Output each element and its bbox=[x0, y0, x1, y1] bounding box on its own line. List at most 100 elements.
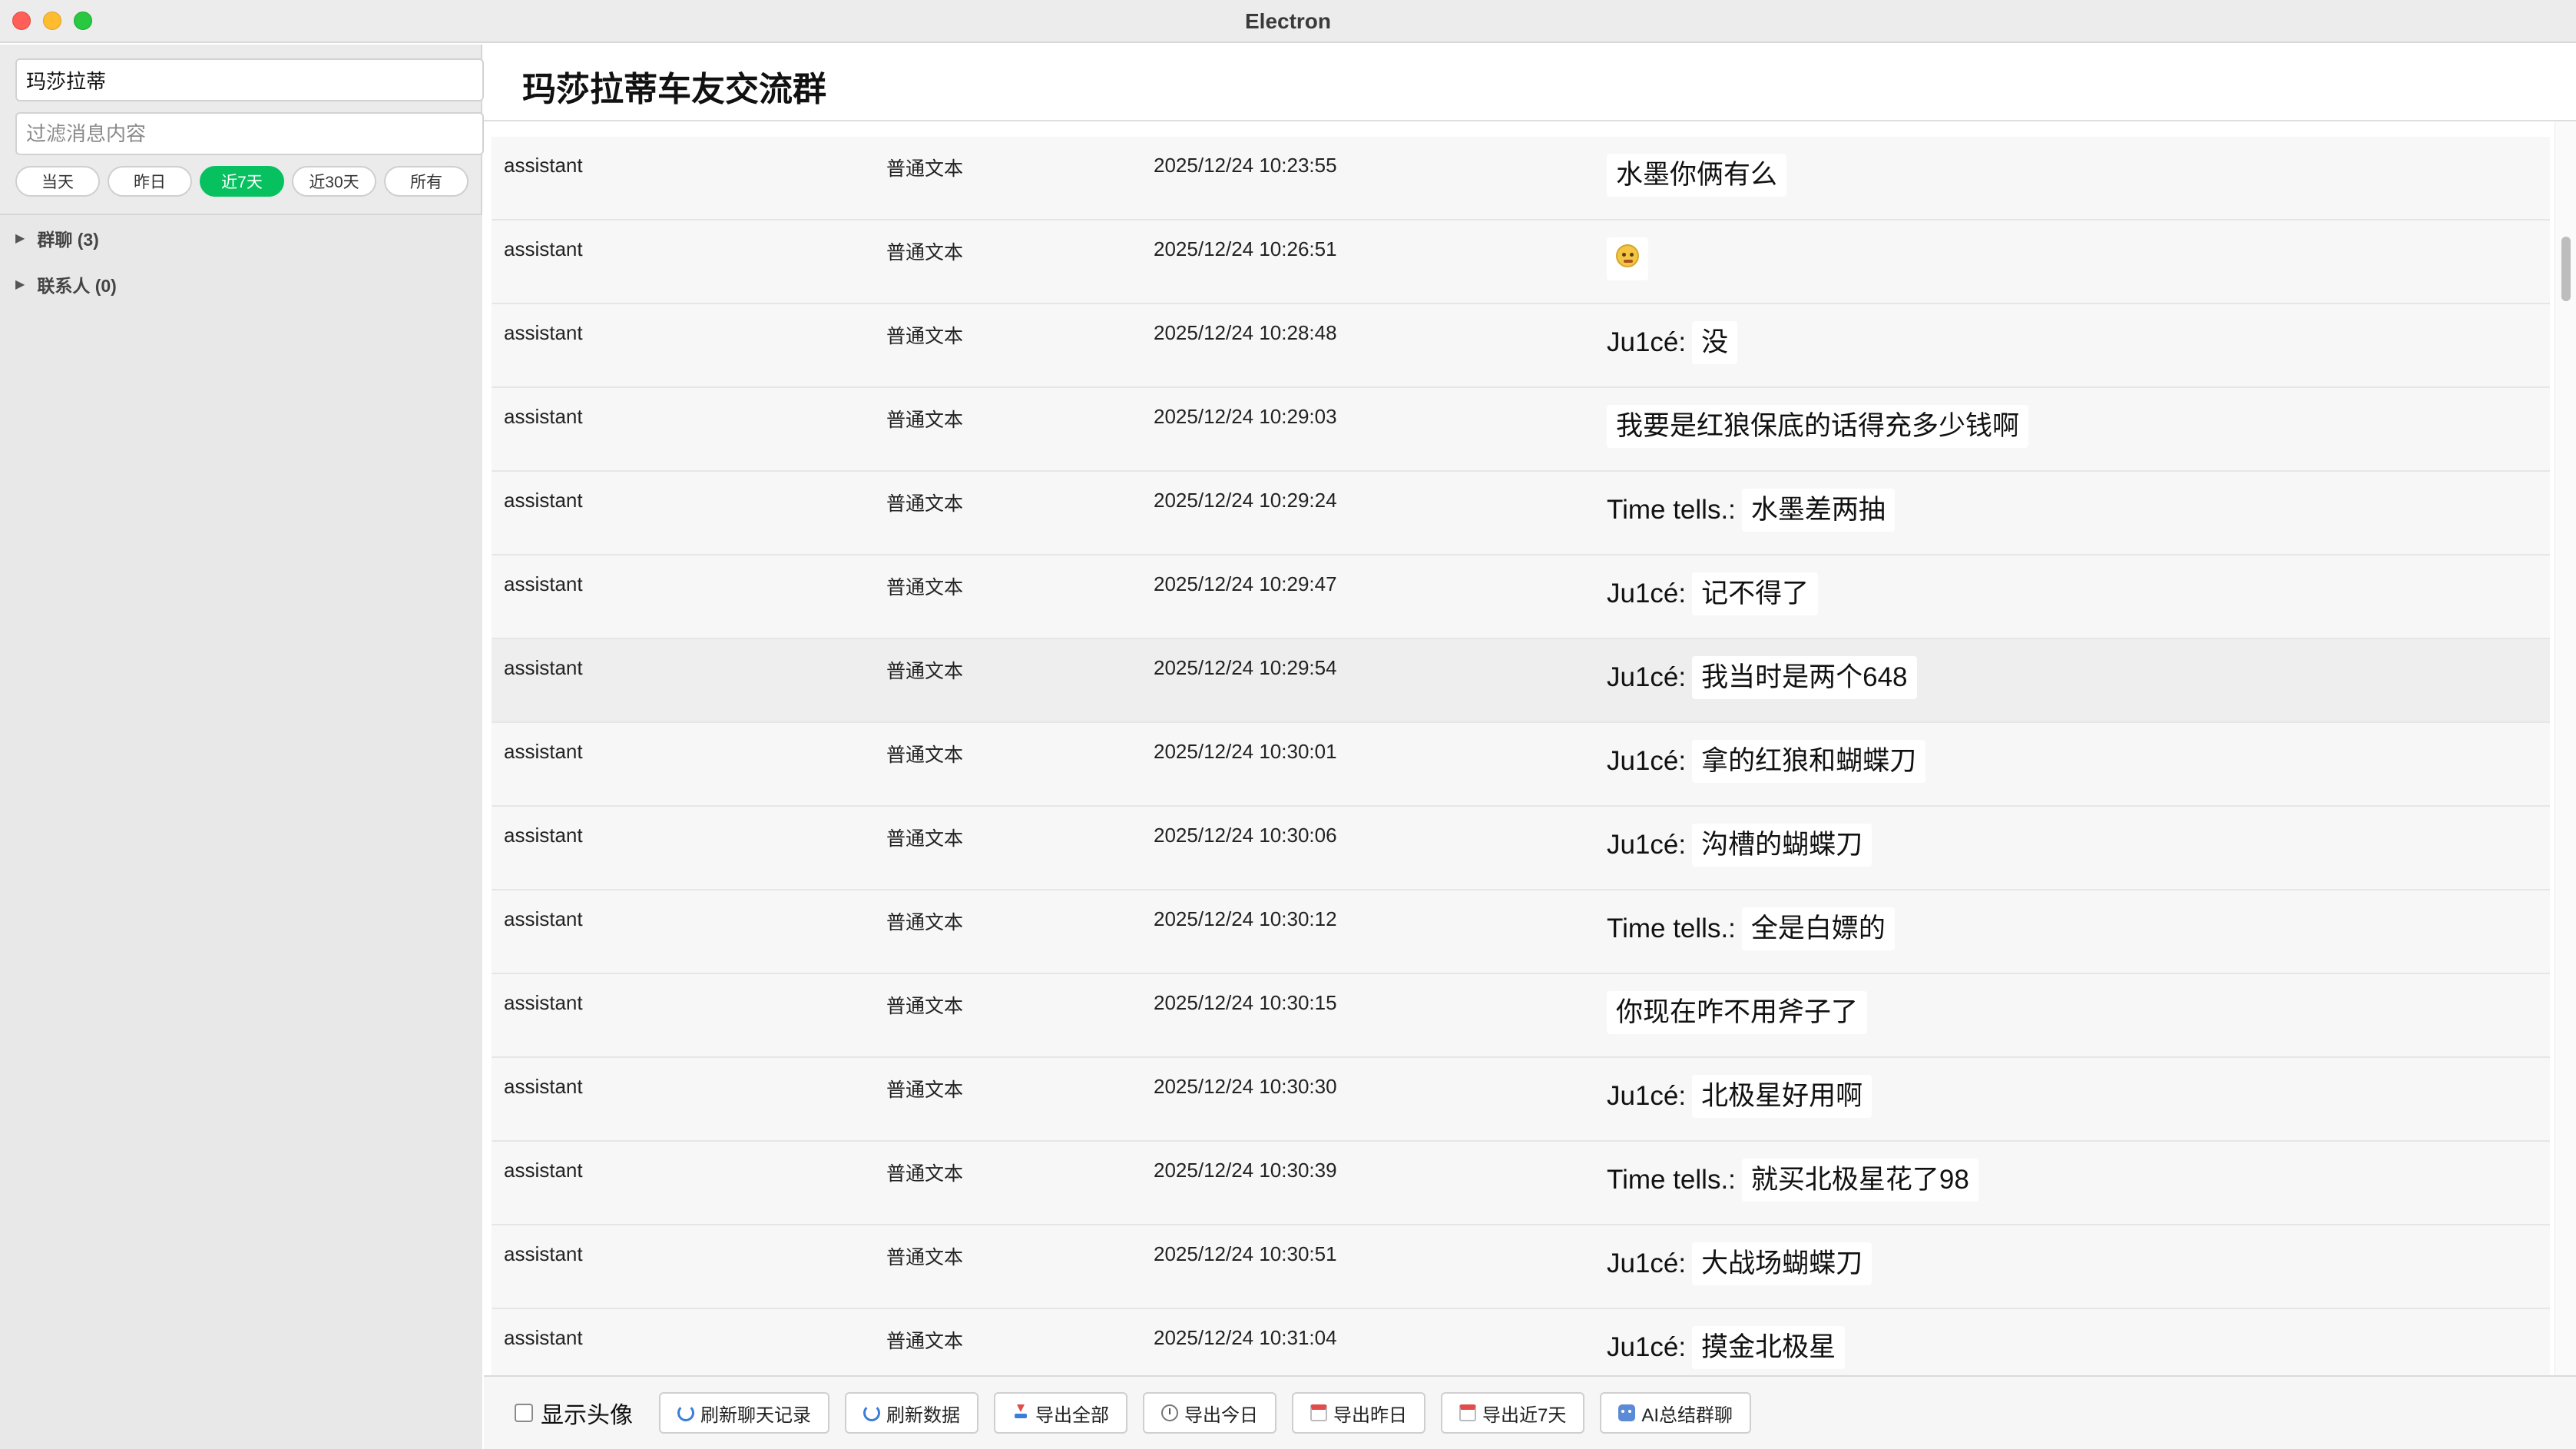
clock-icon bbox=[1161, 1404, 1178, 1421]
message-row[interactable]: assistant 普通文本 2025/12/24 10:23:55 水墨你俩有么 bbox=[492, 137, 2550, 220]
message-row[interactable]: assistant 普通文本 2025/12/24 10:30:12 Time tel… bbox=[492, 890, 2550, 974]
message-type: 普通文本 bbox=[886, 1079, 964, 1101]
range-yesterday-button[interactable]: 昨日 bbox=[108, 166, 192, 197]
message-sender: assistant bbox=[504, 154, 583, 177]
message-time: 2025/12/24 10:29:47 bbox=[1154, 572, 1337, 595]
message-type: 普通文本 bbox=[886, 828, 964, 850]
robot-icon bbox=[1618, 1404, 1636, 1421]
tree-label: 联系人 (0) bbox=[37, 276, 117, 296]
message-author: Ju1cé: bbox=[1607, 1081, 1687, 1111]
message-sender: assistant bbox=[504, 656, 583, 679]
message-type: 普通文本 bbox=[886, 577, 964, 598]
message-row[interactable]: assistant 普通文本 2025/12/24 10:30:39 Time tel… bbox=[492, 1142, 2550, 1225]
message-type: 普通文本 bbox=[886, 410, 964, 431]
message-sender: assistant bbox=[504, 907, 583, 930]
refresh-icon bbox=[863, 1404, 880, 1421]
date-range-selector: 当天 昨日 近7天 近30天 所有 bbox=[15, 166, 484, 197]
message-type: 普通文本 bbox=[886, 996, 964, 1017]
export-7days-button[interactable]: 导出近7天 bbox=[1441, 1392, 1585, 1434]
message-row[interactable]: assistant 普通文本 2025/12/24 10:30:51 Ju1cé: 大战… bbox=[492, 1225, 2550, 1309]
message-sender: assistant bbox=[504, 1159, 583, 1182]
chat-panel: 玛莎拉蒂车友交流群 assistant 普通文本 2025/12/24 10:23:… bbox=[484, 45, 2576, 1449]
message-row[interactable]: assistant 普通文本 2025/12/24 10:29:24 Time tel… bbox=[492, 472, 2550, 555]
message-content: Ju1cé: 北极星好用啊 bbox=[1607, 1073, 1872, 1119]
message-time: 2025/12/24 10:30:15 bbox=[1154, 991, 1337, 1014]
tree-group-chats[interactable]: ▶ 群聊 (3) bbox=[15, 223, 99, 254]
window-titlebar: Electron bbox=[0, 0, 2576, 43]
scrollbar[interactable] bbox=[2554, 121, 2576, 1420]
message-type: 普通文本 bbox=[886, 326, 964, 347]
message-bubble: 拿的红狼和蝴蝶刀 bbox=[1692, 740, 1926, 783]
chat-header: 玛莎拉蒂车友交流群 bbox=[484, 45, 2576, 121]
range-7days-button[interactable]: 近7天 bbox=[200, 166, 284, 197]
message-row[interactable]: assistant 普通文本 2025/12/24 10:30:30 Ju1cé: 北极… bbox=[492, 1058, 2550, 1142]
message-author: Ju1cé: bbox=[1607, 579, 1687, 608]
message-type: 普通文本 bbox=[886, 493, 964, 515]
message-author: Time tells.: bbox=[1607, 1165, 1736, 1195]
message-time: 2025/12/24 10:30:51 bbox=[1154, 1242, 1337, 1265]
show-avatar-checkbox[interactable] bbox=[515, 1404, 533, 1422]
tree-contacts[interactable]: ▶ 联系人 (0) bbox=[15, 269, 117, 300]
search-input[interactable] bbox=[15, 58, 484, 101]
bottom-toolbar: 显示头像 刷新聊天记录 刷新数据 导出全部 导出今日 导出昨日 导出近7天 AI… bbox=[484, 1375, 2576, 1449]
message-content: Time tells.: 水墨差两抽 bbox=[1607, 487, 1895, 533]
ai-summary-button[interactable]: AI总结群聊 bbox=[1600, 1392, 1752, 1434]
calendar-icon bbox=[1310, 1404, 1327, 1421]
message-time: 2025/12/24 10:30:12 bbox=[1154, 907, 1337, 930]
message-filter-input[interactable] bbox=[15, 112, 484, 155]
message-row[interactable]: assistant 普通文本 2025/12/24 10:29:03 我要是红狼保底的… bbox=[492, 388, 2550, 472]
message-bubble: 我当时是两个648 bbox=[1692, 656, 1917, 699]
message-content: Time tells.: 全是白嫖的 bbox=[1607, 906, 1895, 952]
flushed-face-icon bbox=[1616, 244, 1639, 267]
message-bubble: 摸金北极星 bbox=[1692, 1326, 1846, 1369]
message-row[interactable]: assistant 普通文本 2025/12/24 10:29:54 Ju1cé: 我当… bbox=[492, 639, 2550, 723]
message-bubble: 水墨差两抽 bbox=[1741, 489, 1895, 532]
range-30days-button[interactable]: 近30天 bbox=[292, 166, 376, 197]
show-avatar-toggle[interactable]: 显示头像 bbox=[515, 1396, 633, 1430]
range-all-button[interactable]: 所有 bbox=[384, 166, 469, 197]
message-bubble: 全是白嫖的 bbox=[1741, 907, 1895, 950]
export-today-button[interactable]: 导出今日 bbox=[1143, 1392, 1276, 1434]
message-sender: assistant bbox=[504, 824, 583, 847]
message-content: Ju1cé: 我当时是两个648 bbox=[1607, 655, 1917, 701]
message-time: 2025/12/24 10:23:55 bbox=[1154, 154, 1337, 177]
message-row[interactable]: assistant 普通文本 2025/12/24 10:30:06 Ju1cé: 沟槽… bbox=[492, 807, 2550, 890]
message-sender: assistant bbox=[504, 237, 583, 260]
message-bubble: 就买北极星花了98 bbox=[1741, 1159, 1978, 1202]
export-yesterday-button[interactable]: 导出昨日 bbox=[1292, 1392, 1425, 1434]
message-sender: assistant bbox=[504, 1242, 583, 1265]
message-time: 2025/12/24 10:29:54 bbox=[1154, 656, 1337, 679]
refresh-chat-button[interactable]: 刷新聊天记录 bbox=[659, 1392, 829, 1434]
message-time: 2025/12/24 10:30:39 bbox=[1154, 1159, 1337, 1182]
message-list[interactable]: assistant 普通文本 2025/12/24 10:23:55 水墨你俩有么 as… bbox=[492, 137, 2550, 1420]
scrollbar-thumb[interactable] bbox=[2561, 237, 2571, 301]
message-row[interactable]: assistant 普通文本 2025/12/24 10:30:15 你现在咋不用斧子… bbox=[492, 974, 2550, 1058]
message-row[interactable]: assistant 普通文本 2025/12/24 10:29:47 Ju1cé: 记不… bbox=[492, 555, 2550, 639]
message-content: Ju1cé: 记不得了 bbox=[1607, 571, 1819, 617]
range-today-button[interactable]: 当天 bbox=[15, 166, 100, 197]
message-row[interactable]: assistant 普通文本 2025/12/24 10:28:48 Ju1cé: 没 bbox=[492, 304, 2550, 388]
message-content bbox=[1607, 236, 1648, 282]
download-icon bbox=[1012, 1404, 1029, 1421]
message-row[interactable]: assistant 普通文本 2025/12/24 10:30:01 Ju1cé: 拿的… bbox=[492, 723, 2550, 807]
calendar-icon bbox=[1459, 1404, 1476, 1421]
export-all-button[interactable]: 导出全部 bbox=[994, 1392, 1127, 1434]
message-content: 我要是红狼保底的话得充多少钱啊 bbox=[1607, 403, 2029, 449]
message-row[interactable]: assistant 普通文本 2025/12/24 10:26:51 bbox=[492, 220, 2550, 304]
expand-arrow-icon: ▶ bbox=[15, 278, 25, 291]
refresh-data-button[interactable]: 刷新数据 bbox=[845, 1392, 978, 1434]
button-label: 导出昨日 bbox=[1333, 1404, 1407, 1426]
message-type: 普通文本 bbox=[886, 744, 964, 766]
button-label: 导出今日 bbox=[1184, 1404, 1258, 1426]
message-type: 普通文本 bbox=[886, 158, 964, 180]
message-time: 2025/12/24 10:26:51 bbox=[1154, 237, 1337, 260]
button-label: AI总结群聊 bbox=[1641, 1404, 1733, 1426]
message-content: Time tells.: 就买北极星花了98 bbox=[1607, 1157, 1978, 1203]
message-sender: assistant bbox=[504, 489, 583, 512]
message-sender: assistant bbox=[504, 740, 583, 763]
message-author: Time tells.: bbox=[1607, 914, 1736, 943]
message-sender: assistant bbox=[504, 991, 583, 1014]
button-label: 导出全部 bbox=[1035, 1404, 1109, 1426]
message-content: Ju1cé: 拿的红狼和蝴蝶刀 bbox=[1607, 738, 1926, 784]
message-time: 2025/12/24 10:29:03 bbox=[1154, 405, 1337, 428]
